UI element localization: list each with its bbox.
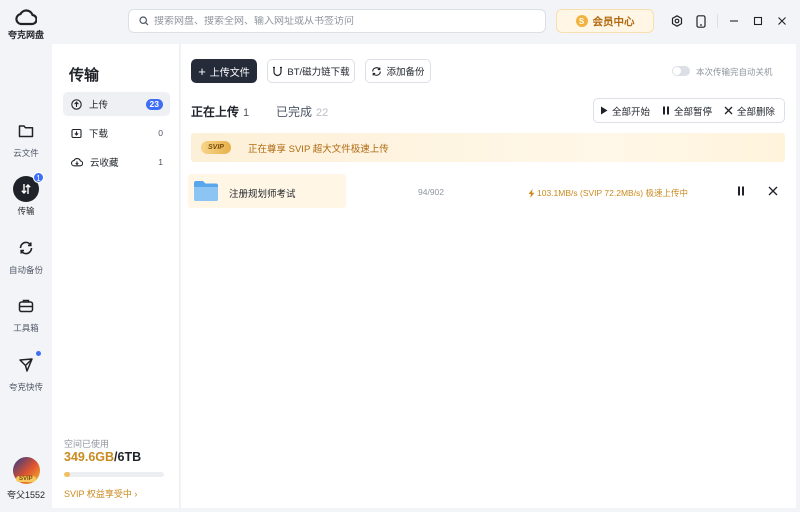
rail-item-auto-backup[interactable]: 自动备份	[0, 235, 52, 276]
sidebar-item-label: 云收藏	[90, 158, 119, 169]
sidebar-item-cloud-collect[interactable]: 云收藏 1	[63, 150, 170, 174]
storage-label: 空间已使用	[64, 439, 110, 449]
notification-dot	[36, 351, 41, 356]
add-backup-label: 添加备份	[386, 67, 425, 78]
rail-item-toolbox[interactable]: 工具箱	[0, 293, 52, 334]
storage-used: 349.6GB	[64, 450, 115, 464]
sidebar-item-label: 下载	[89, 129, 109, 140]
file-name: 注册规划师考试	[229, 189, 296, 200]
tab-uploading[interactable]: 正在上传 1	[191, 103, 249, 120]
tab-count: 1	[243, 107, 250, 119]
transfer-title: 传输	[69, 67, 100, 84]
sidebar-item-count: 23	[145, 98, 163, 110]
table-row[interactable]: 注册规划师考试 94/902 103.1MB/s (SVIP 72.2MB/s)…	[188, 174, 788, 208]
storage-value: 349.6GB/6TB	[64, 450, 141, 464]
add-backup-button[interactable]: 添加备份	[365, 59, 431, 83]
settings-icon[interactable]	[666, 10, 688, 32]
remove-row-button[interactable]	[765, 184, 781, 198]
pause-all-label: 全部暂停	[674, 106, 713, 118]
svip-tag: SVIP	[201, 141, 231, 154]
upload-icon	[71, 98, 82, 110]
delete-all-label: 全部删除	[737, 106, 776, 118]
transfer-icon: 1	[13, 172, 44, 202]
upload-file-label: 上传文件	[209, 67, 250, 79]
lightning-icon	[528, 188, 535, 198]
pause-all-button[interactable]: 全部暂停	[656, 99, 718, 122]
maximize-icon[interactable]	[747, 10, 769, 32]
delete-all-button[interactable]: 全部删除	[718, 99, 781, 122]
rail-label: 夸克快传	[8, 382, 43, 392]
pause-icon	[738, 186, 744, 196]
rail-label: 云文件	[13, 148, 39, 158]
search-bar[interactable]	[128, 9, 546, 33]
plus-icon: +	[198, 63, 206, 79]
search-input[interactable]	[154, 15, 534, 27]
search-icon	[139, 16, 149, 26]
auto-shutdown-label: 本次传输完自动关机	[696, 67, 773, 77]
app-name: 夸克网盘	[8, 30, 45, 40]
svip-benefits-link[interactable]: SVIP 权益享受中 ›	[64, 487, 137, 500]
rail-label: 自动备份	[8, 265, 43, 275]
toolbar-divider	[717, 14, 718, 28]
sidebar-item-count: 0	[158, 128, 163, 138]
sidebar-item-count: 1	[158, 157, 163, 167]
transfer-badge: 1	[33, 172, 44, 183]
folder-file-icon	[194, 181, 218, 201]
close-icon[interactable]	[771, 10, 793, 32]
download-icon	[71, 128, 82, 138]
main-panel: + 上传文件 BT/磁力链下载 添加备份 本次传输完自动关机 正在上传 1 已完成…	[181, 44, 796, 508]
file-progress: 94/902	[418, 187, 444, 197]
tab-completed[interactable]: 已完成 22	[276, 103, 328, 120]
upload-file-button[interactable]: + 上传文件	[191, 59, 257, 83]
rail-label: 工具箱	[13, 323, 39, 333]
svip-banner: SVIP 正在尊享 SVIP 超大文件极速上传	[191, 133, 785, 162]
storage-total: /6TB	[114, 450, 142, 464]
backup-icon	[13, 235, 39, 261]
vip-center-label: 会员中心	[592, 15, 635, 28]
vip-center-button[interactable]: S 会员中心	[556, 9, 654, 33]
rail-label: 传输	[17, 206, 35, 216]
close-icon	[768, 186, 778, 196]
file-speed-text: 103.1MB/s (SVIP 72.2MB/s) 极速上传中	[537, 188, 689, 198]
storage-progress-fill	[64, 472, 70, 477]
storage-progress-bar	[64, 472, 164, 477]
start-all-label: 全部开始	[612, 106, 651, 118]
cloud-logo-icon	[15, 9, 37, 26]
start-all-button[interactable]: 全部开始	[594, 99, 656, 122]
toolbox-icon	[13, 293, 39, 319]
tab-label: 已完成	[276, 105, 313, 119]
rail-item-quark-send[interactable]: 夸克快传	[0, 351, 52, 393]
sidebar-item-label: 上传	[89, 100, 109, 111]
phone-icon[interactable]	[690, 10, 712, 32]
rail-item-transfer[interactable]: 1 传输	[0, 172, 52, 217]
app-logo[interactable]: 夸克网盘	[8, 8, 44, 41]
pause-icon	[663, 106, 670, 115]
avatar-svip-badge: SVIP	[16, 476, 36, 482]
folder-icon	[13, 118, 39, 144]
svip-banner-text: 正在尊享 SVIP 超大文件极速上传	[248, 143, 389, 155]
refresh-icon	[372, 66, 382, 76]
x-icon	[724, 106, 733, 115]
sidebar-item-download[interactable]: 下载 0	[63, 121, 170, 145]
minimize-icon[interactable]	[723, 10, 745, 32]
pause-row-button[interactable]	[733, 184, 749, 198]
bulk-actions: 全部开始 全部暂停 全部删除	[593, 98, 785, 123]
vip-coin-icon: S	[575, 15, 588, 27]
user-name[interactable]: 夸父1552	[0, 488, 52, 501]
cloud-icon	[71, 157, 83, 167]
sidebar-item-upload[interactable]: 上传 23	[63, 92, 170, 116]
transfer-sidebar: 传输 上传 23 下载 0 云收藏 1 空间已使用 349.6GB/6TB SV…	[52, 44, 180, 508]
send-icon	[13, 351, 41, 378]
tab-count: 22	[316, 107, 329, 119]
file-speed: 103.1MB/s (SVIP 72.2MB/s) 极速上传中	[528, 187, 688, 199]
magnet-icon	[273, 66, 283, 76]
rail-item-cloud-files[interactable]: 云文件	[0, 118, 52, 159]
bt-magnet-label: BT/磁力链下载	[287, 67, 350, 78]
tab-label: 正在上传	[191, 105, 240, 119]
bt-magnet-download-button[interactable]: BT/磁力链下载	[267, 59, 355, 83]
play-icon	[601, 106, 608, 115]
left-rail: 夸克网盘 云文件 1 传输 自动备份 工具箱 夸克快传 SVIP 夸父1552	[0, 0, 52, 512]
auto-shutdown-toggle[interactable]	[672, 66, 690, 76]
